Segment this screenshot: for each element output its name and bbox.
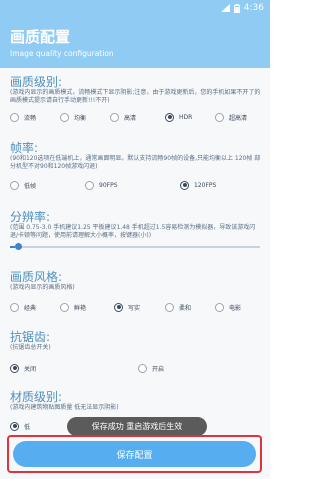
material-title: 材质级别: <box>10 390 63 404</box>
radio-button[interactable] <box>114 302 123 312</box>
radio-option-fps[interactable]: 90FPS <box>85 176 118 194</box>
radio-option-style[interactable]: 写实 <box>114 298 140 316</box>
radio-label: 电影 <box>229 304 242 312</box>
radio-label: 鲜艳 <box>74 304 87 312</box>
aa-desc: (抗锯齿总开关) <box>10 344 51 351</box>
style-desc: (游戏内显示的画质风格) <box>10 284 75 291</box>
fps-desc: (90和120选项在低端机上，通常画面明显。默认支持流畅90帧的设备,只能均衡以… <box>10 155 261 170</box>
status-bar: 4:36 <box>0 0 270 16</box>
radio-button[interactable] <box>10 112 19 122</box>
radio-button[interactable] <box>10 363 19 373</box>
slider-thumb[interactable] <box>15 243 22 250</box>
radio-option-quality[interactable]: 超高清 <box>215 108 247 126</box>
clock: 4:36 <box>243 3 264 13</box>
resolution-title: 分辨率: <box>10 210 51 224</box>
radio-label: 低帧 <box>24 182 37 190</box>
page-subtitle: Image quality configuration <box>10 49 114 58</box>
radio-label: 流畅 <box>24 114 37 122</box>
slider-track <box>10 246 260 248</box>
radio-label: 写实 <box>128 304 141 312</box>
quality-desc: (游戏内显示的画质模式，流畅模式下显示阴影;注意，由于游戏更新后，您的手机如果不… <box>10 89 261 104</box>
save-config-button[interactable]: 保存配置 <box>13 441 256 467</box>
radio-option-aa[interactable]: 开启 <box>138 359 164 377</box>
radio-label: 90FPS <box>99 181 118 189</box>
resolution-slider[interactable] <box>10 242 260 252</box>
radio-button[interactable] <box>60 302 69 312</box>
radio-button[interactable] <box>215 302 224 312</box>
radio-label: 均衡 <box>74 114 87 122</box>
radio-option-quality[interactable]: 流畅 <box>10 108 36 126</box>
fps-title: 帧率: <box>10 141 39 155</box>
radio-option-quality[interactable]: HDR <box>165 108 192 126</box>
radio-button[interactable] <box>10 421 19 431</box>
quality-title: 画质级别: <box>10 75 63 89</box>
radio-option-style[interactable]: 电影 <box>215 298 241 316</box>
radio-label: 超高清 <box>229 114 248 122</box>
radio-option-fps[interactable]: 低帧 <box>10 176 36 194</box>
radio-button[interactable] <box>180 180 189 190</box>
radio-label: 关闭 <box>24 365 37 373</box>
radio-button[interactable] <box>85 180 94 190</box>
style-title: 画质风格: <box>10 270 63 284</box>
radio-option-material[interactable]: 低 <box>10 417 30 435</box>
style-options: 经典 鲜艳 写实 柔和 电影 <box>10 298 262 316</box>
radio-option-quality[interactable]: 均衡 <box>60 108 86 126</box>
radio-label: 低 <box>24 423 31 431</box>
radio-option-style[interactable]: 鲜艳 <box>60 298 86 316</box>
radio-button[interactable] <box>165 302 174 312</box>
save-highlight: 保存配置 <box>7 435 262 473</box>
radio-button[interactable] <box>215 112 224 122</box>
radio-option-quality[interactable]: 高清 <box>110 108 136 126</box>
radio-option-style[interactable]: 经典 <box>10 298 36 316</box>
aa-title: 抗锯齿: <box>10 330 51 344</box>
aa-options: 关闭 开启 <box>10 359 262 377</box>
signal-icon <box>220 4 230 12</box>
fps-options: 低帧 90FPS 120FPS <box>10 176 262 194</box>
radio-button[interactable] <box>60 112 69 122</box>
status-icons: 4:36 <box>220 3 264 13</box>
radio-button[interactable] <box>10 180 19 190</box>
radio-option-fps[interactable]: 120FPS <box>180 176 216 194</box>
radio-label: 开启 <box>152 365 165 373</box>
radio-button[interactable] <box>165 112 174 122</box>
screen: 4:36 画质配置 Image quality configuration 画质… <box>0 0 270 479</box>
radio-label: 高清 <box>124 114 137 122</box>
radio-label: 柔和 <box>179 304 192 312</box>
radio-option-aa[interactable]: 关闭 <box>10 359 36 377</box>
quality-options: 流畅 均衡 高清 HDR 超高清 <box>10 108 262 126</box>
radio-label: 经典 <box>24 304 37 312</box>
resolution-desc: (范围 0.75-3.0 手机建议1.25 平板建议1.48 手机超过1.5容易… <box>10 224 256 239</box>
radio-button[interactable] <box>138 363 147 373</box>
radio-button[interactable] <box>110 112 119 122</box>
battery-icon <box>233 3 240 13</box>
material-desc: (游戏内建筑物贴图质量 低无法显示阴影) <box>10 404 119 411</box>
radio-label: HDR <box>179 113 193 121</box>
radio-option-style[interactable]: 柔和 <box>165 298 191 316</box>
radio-label: 120FPS <box>194 181 217 189</box>
toast-message: 保存成功 重启游戏后生效 <box>67 417 207 436</box>
page-title: 画质配置 <box>10 28 71 46</box>
radio-button[interactable] <box>10 302 19 312</box>
header: 画质配置 Image quality configuration <box>0 16 270 68</box>
